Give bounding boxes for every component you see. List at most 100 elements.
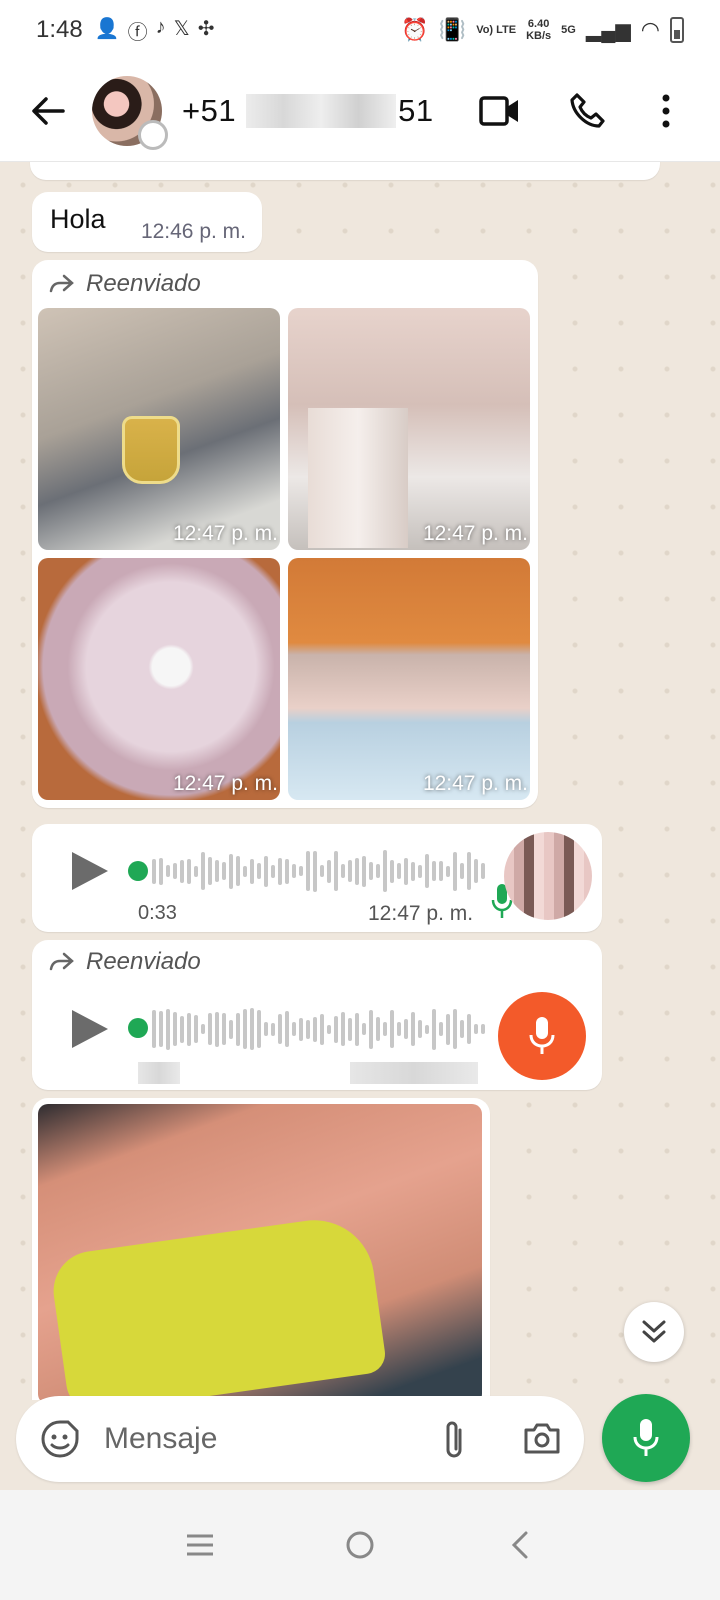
menu-button[interactable] [642, 87, 690, 135]
waveform-bar [481, 863, 485, 879]
system-nav-bar [0, 1490, 720, 1600]
photo-thumbnail[interactable]: 12:47 p. m. [288, 558, 530, 800]
forward-icon [49, 274, 74, 293]
scroll-to-bottom-button[interactable] [624, 1302, 684, 1362]
status-time: 1:48 [36, 16, 83, 43]
voice-badge [498, 992, 586, 1080]
message-text: Hola [50, 204, 106, 234]
waveform-bar [299, 1017, 303, 1041]
sticker-icon[interactable] [40, 1419, 80, 1459]
battery-icon [670, 17, 684, 43]
voice-call-button[interactable] [564, 87, 612, 135]
paperclip-icon[interactable] [436, 1418, 472, 1462]
media-message[interactable] [32, 1098, 490, 1400]
play-icon[interactable] [72, 1010, 108, 1048]
waveform-bar [467, 852, 471, 890]
waveform-bar [236, 856, 240, 886]
message-bubble[interactable]: Hola 12:46 p. m. [32, 192, 262, 252]
waveform-bar [194, 1015, 198, 1043]
waveform-bar [390, 1010, 394, 1048]
waveform-bar [383, 1022, 387, 1036]
waveform-bar [222, 1013, 226, 1045]
status-right: ⏰ 📳 Vo) LTE 6.40 KB/s 5G ▂▄▆ ◠ [401, 17, 684, 43]
waveform-bar [250, 858, 254, 884]
message-time: 12:47 p. m. [368, 902, 474, 925]
forward-icon [49, 952, 74, 971]
forwarded-label: Reenviado [48, 270, 201, 298]
play-icon[interactable] [72, 852, 108, 890]
waveform-bar [236, 1012, 240, 1046]
media-content [48, 1212, 388, 1400]
waveform-bar [446, 1013, 450, 1045]
waveform-bar [173, 1012, 177, 1046]
contact-name[interactable]: +51 51 [182, 93, 434, 129]
waveform-bar [250, 1008, 254, 1050]
photo-thumbnail[interactable]: 12:47 p. m. [38, 308, 280, 550]
waveform-bar [383, 850, 387, 892]
playback-position[interactable] [128, 861, 148, 881]
notification-icons: 👤 ⓕ ♪ 𝕏 ✣ [95, 16, 215, 45]
waveform-bar [439, 1022, 443, 1036]
waveform-bar [264, 1022, 268, 1036]
sender-avatar [504, 832, 592, 920]
contact-notification-icon: 👤 [94, 17, 120, 40]
video-call-button[interactable] [476, 87, 524, 135]
message-time: 12:46 p. m. [140, 220, 246, 243]
contact-avatar[interactable] [92, 75, 168, 150]
network-type: 5G [561, 24, 576, 36]
waveform-bar [369, 862, 373, 880]
waveform-bar [446, 865, 450, 877]
waveform-bar [152, 1010, 156, 1048]
waveform-bar [271, 864, 275, 878]
status-bar: 1:48 👤 ⓕ ♪ 𝕏 ✣ ⏰ 📳 Vo) LTE 6.40 KB/s 5G ▂… [0, 0, 720, 60]
camera-icon[interactable] [522, 1418, 562, 1458]
waveform[interactable] [152, 1004, 485, 1054]
waveform-bar [229, 1019, 233, 1039]
playback-position[interactable] [128, 1018, 148, 1038]
back-button[interactable] [26, 89, 70, 133]
waveform-bar [320, 1013, 324, 1045]
record-voice-button[interactable] [602, 1394, 690, 1482]
waveform-bar [285, 1011, 289, 1047]
waveform-bar [201, 1024, 205, 1034]
waveform-bar [341, 864, 345, 878]
voice-message[interactable]: 0:33 12:47 p. m. [32, 824, 602, 932]
phone-icon [570, 93, 605, 128]
forwarded-album[interactable]: Reenviado 12:47 p. m. 12:47 p. m. 12:47 … [32, 260, 538, 808]
waveform-bar [460, 863, 464, 879]
mic-icon [529, 1017, 555, 1054]
waveform-bar [397, 1022, 401, 1036]
waveform-bar [341, 1012, 345, 1046]
waveform-bar [313, 850, 317, 892]
photo-thumbnail[interactable]: 12:47 p. m. [288, 308, 530, 550]
redacted-time [350, 1062, 478, 1084]
video-camera-icon [479, 96, 518, 126]
waveform-bar [404, 1019, 408, 1039]
waveform-bar [355, 857, 359, 885]
waveform[interactable] [152, 846, 485, 896]
chat-area[interactable]: Hola 12:46 p. m. Reenviado 12:47 p. m. 1… [0, 162, 720, 1400]
previous-message-fragment [30, 162, 660, 180]
waveform-bar [334, 1015, 338, 1043]
waveform-bar [327, 1024, 331, 1034]
recents-button[interactable] [180, 1525, 220, 1565]
waveform-bar [453, 1009, 457, 1049]
waveform-bar [348, 1017, 352, 1041]
system-back-button[interactable] [500, 1525, 540, 1565]
waveform-bar [278, 857, 282, 885]
waveform-bar [453, 851, 457, 891]
forwarded-voice-message[interactable]: Reenviado [32, 940, 602, 1090]
chat-header: +51 51 [0, 60, 720, 162]
waveform-bar [411, 861, 415, 881]
voice-duration: 0:33 [138, 902, 177, 924]
waveform-bar [292, 864, 296, 878]
home-button[interactable] [340, 1525, 380, 1565]
arrow-left-icon [32, 96, 65, 125]
waveform-bar [292, 1022, 296, 1036]
waveform-bar [327, 859, 331, 883]
waveform-bar [306, 1019, 310, 1039]
message-input[interactable] [104, 1422, 404, 1456]
waveform-bar [180, 859, 184, 883]
media-thumbnail[interactable] [38, 1104, 482, 1400]
photo-thumbnail[interactable]: 12:47 p. m. [38, 558, 280, 800]
